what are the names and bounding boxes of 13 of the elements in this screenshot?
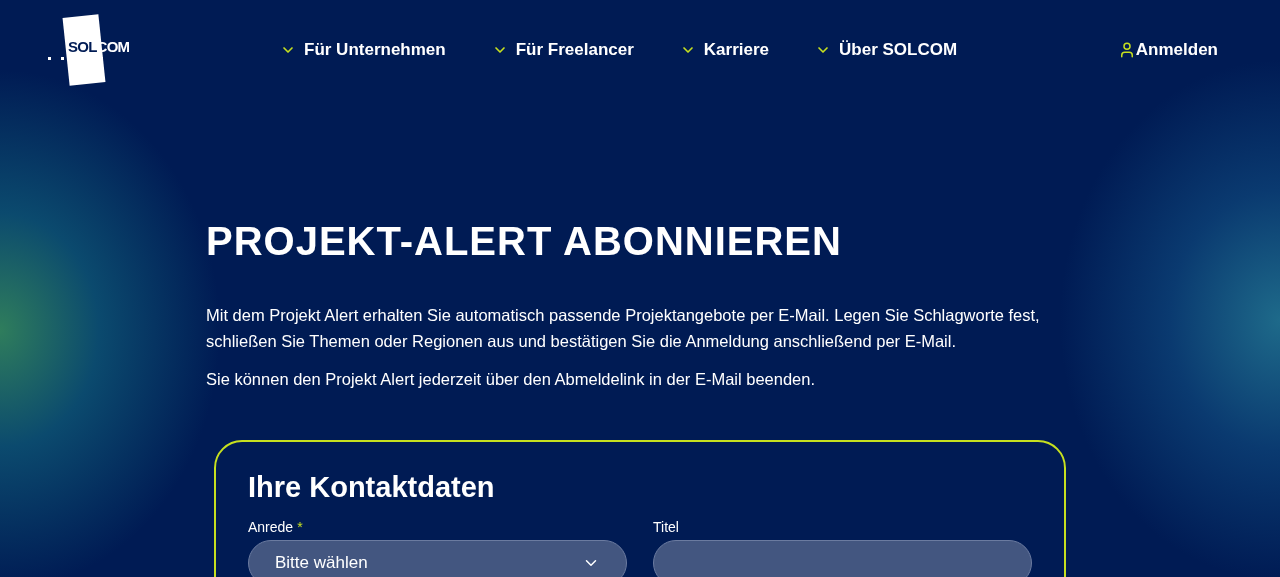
nav-menu-button[interactable]: Für Unternehmen (266, 33, 460, 67)
form-title: Ihre Kontaktdaten (248, 470, 496, 505)
field-label: Anrede * (248, 518, 303, 536)
nav-menu-button[interactable]: Für Freelancer (477, 33, 648, 67)
intro-paragraph: Sie können den Projekt Alert jederzeit über den Abmeldelink in der E-Mail beenden. (206, 369, 817, 390)
field-label: Titel (653, 518, 679, 536)
salutation-select[interactable]: Bitte wählen (248, 540, 627, 577)
title-input-field[interactable] (653, 540, 1032, 577)
nav-menu-button[interactable]: Über SOLCOM (801, 33, 972, 67)
nav-menu-button[interactable]: Karriere (665, 33, 783, 67)
intro-paragraph: Mit dem Projekt Alert erhalten Sie automatisch passende Projektangebote per E-Mail. Legen Sie Schlagworte fest, schließen Sie Themen oder Regionen aus und bestätigen Sie die Anmeldung anschließend per E-Mail. (206, 305, 1041, 352)
login-button[interactable]: Anmelden (1103, 29, 1232, 71)
page-title: PROJEKT-ALERT ABONNIEREN (206, 218, 843, 264)
